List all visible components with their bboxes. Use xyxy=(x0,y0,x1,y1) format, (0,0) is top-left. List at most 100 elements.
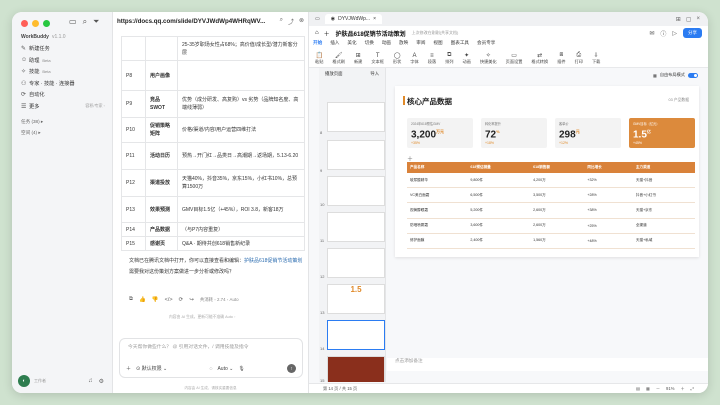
thumbs-up-icon[interactable]: 👍 xyxy=(139,297,146,303)
comment-icon[interactable]: ✉ xyxy=(649,30,654,37)
kpi-card[interactable]: 转化率提升 72% +18% xyxy=(481,118,547,148)
maximize-window-button[interactable] xyxy=(43,20,50,27)
share-icon[interactable]: ⤴ xyxy=(288,17,294,26)
tool-new-slide[interactable]: ⊞ 新建 xyxy=(354,52,362,65)
menu-insert[interactable]: 插入 xyxy=(330,40,339,49)
window-icon[interactable]: ▢ xyxy=(686,16,692,23)
tool-textbox[interactable]: T 文本框 xyxy=(371,53,384,65)
nav-experts[interactable]: ⚇ 专家 · 技能 · 连接器 xyxy=(18,78,108,90)
close-icon[interactable]: ⊗ xyxy=(299,17,304,26)
slide-thumb[interactable] xyxy=(327,248,385,278)
user-name: 工作者 xyxy=(34,378,46,383)
tool-convert[interactable]: ⇄ 格式转换 xyxy=(531,52,548,65)
add-icon[interactable]: ＋ xyxy=(324,29,330,38)
toggle-switch[interactable] xyxy=(688,72,698,78)
fit-icon[interactable]: ⤢ xyxy=(691,386,694,391)
search-icon[interactable]: ⌕ xyxy=(83,17,87,27)
copy-icon[interactable]: ⧉ xyxy=(129,296,133,303)
section-spaces[interactable]: 空间 (4) ▸ xyxy=(21,130,41,136)
doc-title[interactable]: 护肤品618促销节活动策划 xyxy=(336,29,406,38)
bell-icon[interactable]: ♫ xyxy=(88,378,93,385)
present-icon[interactable]: ▷ xyxy=(672,30,677,37)
notes-area[interactable]: 点击添加备注 xyxy=(387,358,708,371)
slide-thumb[interactable] xyxy=(327,140,385,170)
add-icon[interactable]: ＋ xyxy=(126,365,131,372)
nav-new-task[interactable]: ✎ 新建任务 xyxy=(18,43,108,55)
minimize-window-button[interactable] xyxy=(32,20,39,27)
tool-quick-beautify[interactable]: ✧ 快捷美化 xyxy=(480,52,497,65)
menu-home[interactable]: 开始 xyxy=(313,40,322,49)
forward-icon[interactable]: ↪ xyxy=(189,297,194,303)
kpi-card[interactable]: 客单价 298元 +12% xyxy=(555,118,621,148)
avatar[interactable]: ◐ xyxy=(18,375,30,387)
zoom-level[interactable]: 91% xyxy=(666,386,674,391)
doc-tab[interactable]: ◉ DYVJWdWp... × xyxy=(324,14,382,24)
filter-icon[interactable]: ⏷ xyxy=(93,17,99,27)
slide-thumb[interactable] xyxy=(327,176,385,206)
section-tasks[interactable]: 任务 (38) ▸ xyxy=(21,119,43,125)
tool-paragraph[interactable]: ≡ 段落 xyxy=(428,53,436,65)
thumbs-down-icon[interactable]: 👎 xyxy=(152,297,159,303)
thumb-tab-import[interactable]: 导入 xyxy=(370,71,379,77)
slide-thumb[interactable]: 1.5 xyxy=(327,284,385,314)
slide-canvas[interactable]: 核心产品数据 03 产品数据 2024年618预估GMV 3,200万元 +35… xyxy=(395,86,699,257)
product-table[interactable]: 产品名称 618预估销量 618销售额 同比增长 主力渠道 玻尿酸精华 9,800… xyxy=(407,162,695,249)
close-icon[interactable]: × xyxy=(696,16,700,23)
model-select[interactable]: Auto ⌄ xyxy=(217,366,233,372)
slide-thumb-selected[interactable] xyxy=(327,320,385,350)
settings-icon[interactable]: ⚙ xyxy=(99,378,104,385)
tool-plugins[interactable]: ⧈ 插件 xyxy=(557,52,565,65)
free-layout-toggle[interactable]: ▦ 自由布局模式 xyxy=(653,72,698,78)
send-button[interactable]: ↑ xyxy=(286,364,296,373)
menu-transition[interactable]: 切换 xyxy=(365,40,374,49)
doc-link[interactable]: 护肤品618促销节活动策划 xyxy=(244,258,302,264)
tool-arrange[interactable]: ⧉ 排列 xyxy=(445,52,453,65)
new-tab-icon[interactable]: ⊞ xyxy=(676,16,681,23)
url-text[interactable]: https://docs.qq.com/slide/DYVJWdWp4WHRqW… xyxy=(117,18,265,25)
tool-download[interactable]: ⇩ 下载 xyxy=(592,52,600,65)
slide-thumb[interactable] xyxy=(327,212,385,242)
search-icon[interactable]: ⌕ xyxy=(280,17,283,26)
menu-review[interactable]: 审阅 xyxy=(416,40,425,49)
nav-assistant[interactable]: ☺ 助理 Beta xyxy=(18,55,108,67)
menu-beautify[interactable]: 美化 xyxy=(347,40,356,49)
menu-slideshow[interactable]: 放映 xyxy=(399,40,408,49)
share-button[interactable]: 分享 xyxy=(683,28,702,38)
slide-title[interactable]: 核心产品数据 xyxy=(403,96,452,107)
tool-shape[interactable]: ◯ 形状 xyxy=(393,52,401,65)
close-window-button[interactable] xyxy=(21,20,28,27)
kpi-card-highlight[interactable]: GMV目标（亿元） 1.5亿 +45% xyxy=(629,118,695,148)
nav-automation[interactable]: ⟳ 自动化 xyxy=(18,89,108,101)
zoom-in-icon[interactable]: ＋ xyxy=(680,386,684,392)
kpi-card[interactable]: 2024年618预估GMV 3,200万元 +35% xyxy=(407,118,473,148)
nav-skills[interactable]: ✧ 技能 Beta xyxy=(18,66,108,78)
info-icon[interactable]: ⓘ xyxy=(660,29,666,38)
notes-icon[interactable]: ▤ xyxy=(636,386,640,391)
zoom-out-icon[interactable]: － xyxy=(656,386,660,392)
thumb-tab-play[interactable]: 播放页面 xyxy=(325,71,343,77)
nav-more[interactable]: ☰ 更多 容积/专家 ◦ xyxy=(18,101,108,113)
permission-select[interactable]: ⊙ 默认权限 ⌄ xyxy=(136,365,167,372)
grid-view-icon[interactable]: ▦ xyxy=(646,386,650,391)
menu-member[interactable]: 会员专享 xyxy=(477,40,495,49)
tool-print[interactable]: ⎙ 打印 xyxy=(575,52,583,65)
tool-animation[interactable]: ✦ 动画 xyxy=(463,52,471,65)
tool-font[interactable]: A 字体 xyxy=(410,53,418,65)
slide-thumb[interactable] xyxy=(327,102,385,132)
menu-animation[interactable]: 动画 xyxy=(382,40,391,49)
download-icon: ⇩ xyxy=(593,53,599,59)
refresh-icon[interactable]: ⟳ xyxy=(179,297,184,303)
sidebar-toggle-icon[interactable]: ▭ xyxy=(69,17,77,27)
menu-chart-tools[interactable]: 图表工具 xyxy=(451,40,469,49)
code-icon[interactable]: </> xyxy=(165,297,173,303)
menu-view[interactable]: 视图 xyxy=(433,40,442,49)
slide-thumb[interactable] xyxy=(327,356,385,382)
mic-icon[interactable]: 🎙 xyxy=(238,366,244,372)
close-icon[interactable]: × xyxy=(373,16,376,22)
tool-paste[interactable]: 📋 粘贴 xyxy=(315,52,323,65)
tool-format-painter[interactable]: 🖌 格式刷 xyxy=(332,52,345,65)
tool-page-setup[interactable]: ▭ 页面设置 xyxy=(506,52,523,65)
chat-input[interactable]: 今天帮你做些什么？ @ 引用对话文件，/ 调用技能及指令 ＋ ⊙ 默认权限 ⌄ … xyxy=(119,338,303,378)
sidebar-icon[interactable]: ▭ xyxy=(315,16,320,22)
home-icon[interactable]: ⌂ xyxy=(315,30,319,36)
